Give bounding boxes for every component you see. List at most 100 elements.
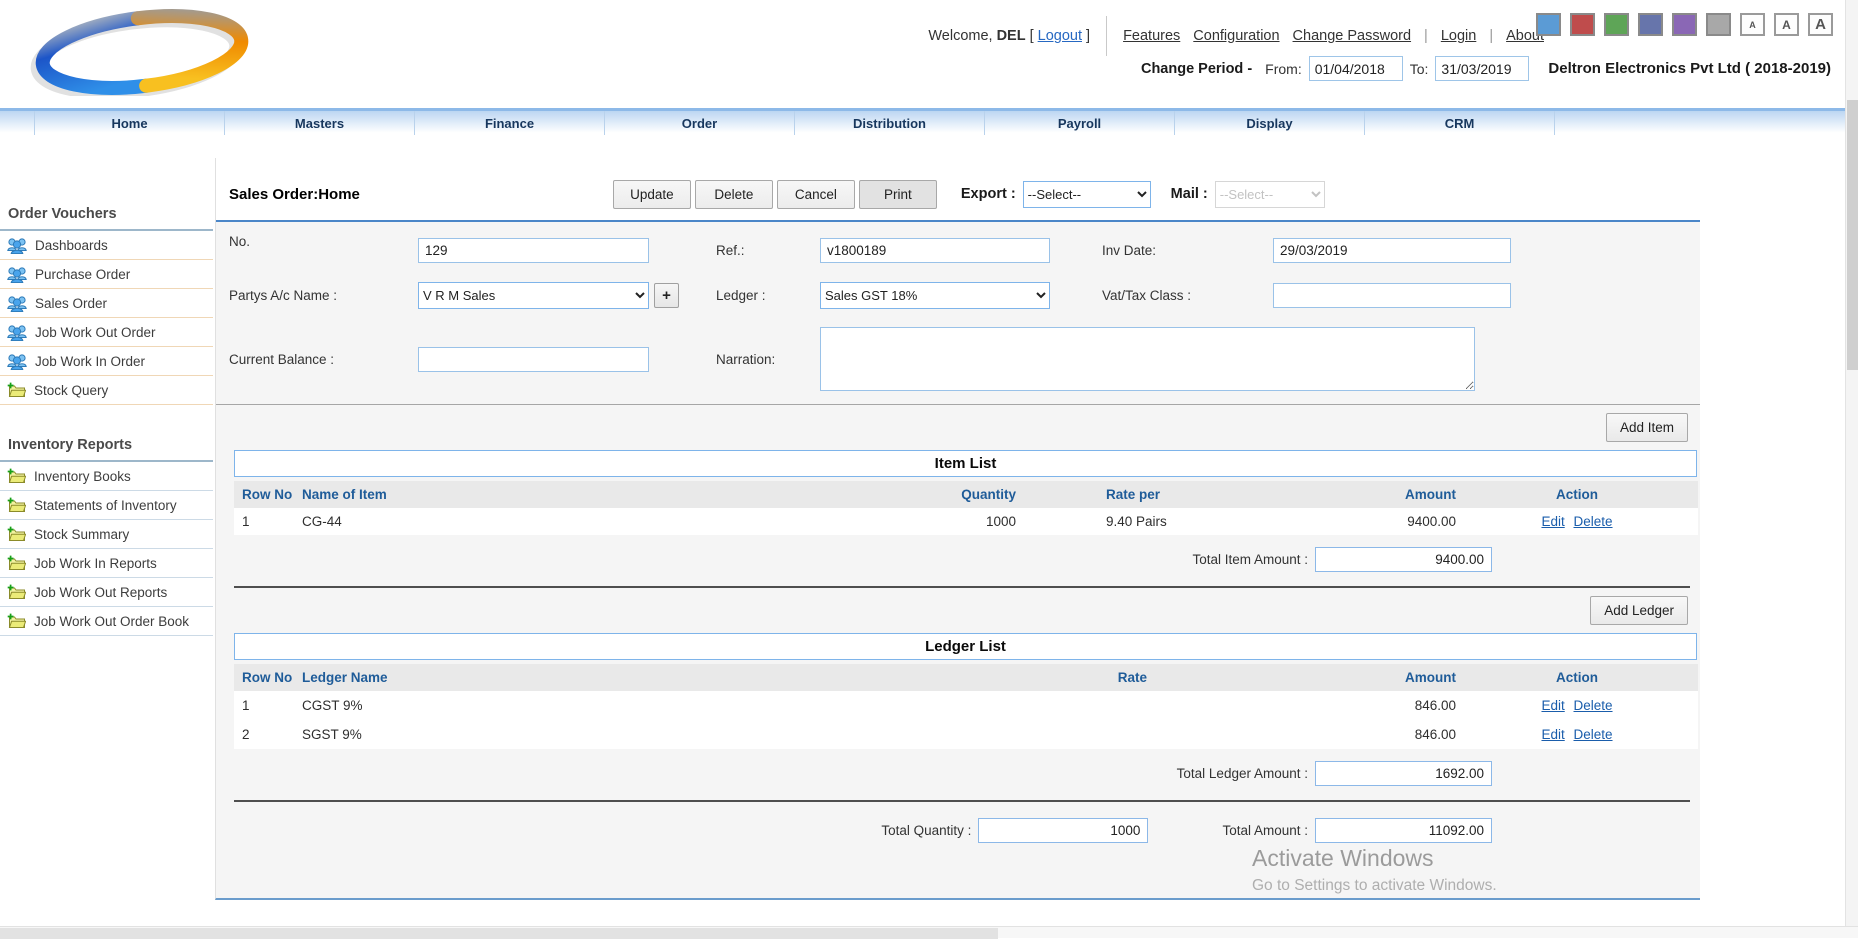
voucher-form: No. Ref.: Inv Date: Partys A/c Name : V … (216, 222, 1700, 405)
update-button[interactable]: Update (613, 180, 691, 209)
col-rate-per: Rate per (1016, 481, 1331, 508)
users-icon (7, 323, 27, 341)
sidebar-item-label: Sales Order (35, 296, 107, 311)
sidebar-item-sales-order[interactable]: Sales Order (0, 289, 213, 318)
sidebar-item-stock-query[interactable]: Stock Query (0, 376, 213, 405)
nav-spacer (0, 111, 35, 135)
nav-masters[interactable]: Masters (225, 111, 415, 135)
nav-order[interactable]: Order (605, 111, 795, 135)
inv-date-label: Inv Date: (1102, 243, 1273, 258)
col-quantity: Quantity (722, 481, 1016, 508)
theme-swatch-blue[interactable] (1536, 13, 1561, 36)
theme-toolbar: A A A (1536, 13, 1833, 36)
toolbar-row: Sales Order:Home Update Delete Cancel Pr… (216, 158, 1700, 222)
theme-swatch-purple[interactable] (1672, 13, 1697, 36)
edit-item-link[interactable]: Edit (1541, 514, 1564, 529)
sidebar-item-statements-of-inventory[interactable]: Statements of Inventory (0, 491, 213, 520)
folder-add-icon (7, 613, 26, 629)
nav-finance[interactable]: Finance (415, 111, 605, 135)
theme-swatch-slate[interactable] (1638, 13, 1663, 36)
add-ledger-button[interactable]: Add Ledger (1590, 596, 1688, 625)
sidebar-item-job-work-out-order-book[interactable]: Job Work Out Order Book (0, 607, 213, 636)
main-navbar: Home Masters Finance Order Distribution … (0, 108, 1845, 135)
change-period-label: Change Period - (1141, 61, 1252, 77)
no-label: No. (229, 234, 418, 266)
horizontal-scrollbar-thumb[interactable] (0, 928, 998, 939)
sidebar-item-label: Job Work Out Order (35, 325, 156, 340)
nav-home[interactable]: Home (35, 111, 225, 135)
total-quantity-label: Total Quantity : (881, 823, 971, 838)
users-icon (7, 236, 27, 254)
configuration-link[interactable]: Configuration (1193, 28, 1279, 44)
ledger-select[interactable]: Sales GST 18% (820, 282, 1050, 309)
theme-swatch-gray[interactable] (1706, 13, 1731, 36)
sidebar-item-dashboards[interactable]: Dashboards (0, 231, 213, 260)
add-party-button[interactable]: + (654, 283, 679, 308)
theme-swatch-green[interactable] (1604, 13, 1629, 36)
change-period-bar: Change Period - From: To: Deltron Electr… (1141, 56, 1831, 81)
vat-class-input[interactable] (1273, 283, 1511, 308)
ledger-actions: Edit Delete (1456, 691, 1698, 720)
login-link[interactable]: Login (1441, 28, 1476, 44)
sidebar-item-label: Purchase Order (35, 267, 130, 282)
sidebar-item-stock-summary[interactable]: Stock Summary (0, 520, 213, 549)
sidebar-item-label: Stock Query (34, 383, 108, 398)
ledger-rate (732, 691, 1147, 720)
col-amount: Amount (1147, 664, 1456, 691)
logout-link[interactable]: Logout (1038, 28, 1082, 44)
period-to-input[interactable] (1435, 56, 1529, 81)
sidebar-item-job-work-out-reports[interactable]: Job Work Out Reports (0, 578, 213, 607)
change-password-link[interactable]: Change Password (1293, 28, 1412, 44)
delete-ledger-link[interactable]: Delete (1574, 727, 1613, 742)
period-from-input[interactable] (1309, 56, 1403, 81)
delete-ledger-link[interactable]: Delete (1574, 698, 1613, 713)
sidebar-item-job-work-out-order[interactable]: Job Work Out Order (0, 318, 213, 347)
export-select[interactable]: --Select-- (1023, 181, 1151, 208)
current-balance-input[interactable] (418, 347, 649, 372)
inv-date-input[interactable] (1273, 238, 1511, 263)
item-list-table: Row No Name of Item Quantity Rate per Am… (234, 481, 1698, 535)
font-size-large-button[interactable]: A (1808, 13, 1833, 36)
users-icon (7, 265, 27, 283)
narration-textarea[interactable] (820, 327, 1475, 391)
ledger-list-table: Row No Ledger Name Rate Amount Action 1 … (234, 664, 1698, 749)
features-link[interactable]: Features (1123, 28, 1180, 44)
delete-button[interactable]: Delete (695, 180, 773, 209)
username: DEL (997, 28, 1026, 44)
total-amount-input[interactable] (1315, 818, 1492, 843)
total-ledger-amount-input[interactable] (1315, 761, 1492, 786)
add-item-button[interactable]: Add Item (1606, 413, 1688, 442)
font-size-medium-button[interactable]: A (1774, 13, 1799, 36)
company-name: Deltron Electronics Pvt Ltd ( 2018-2019) (1548, 60, 1831, 77)
section-divider (234, 800, 1690, 802)
edit-ledger-link[interactable]: Edit (1541, 698, 1564, 713)
total-ledger-amount-row: Total Ledger Amount : (216, 761, 1700, 786)
horizontal-scrollbar[interactable] (0, 926, 1858, 938)
ledger-row: 1 CGST 9% 846.00 Edit Delete (234, 691, 1698, 720)
print-button[interactable]: Print (859, 180, 937, 209)
total-quantity-input[interactable] (978, 818, 1148, 843)
folder-add-icon (7, 497, 26, 513)
section-title-inventory-reports: Inventory Reports (0, 429, 213, 462)
vertical-scrollbar-thumb[interactable] (1847, 100, 1858, 370)
party-select[interactable]: V R M Sales (418, 282, 649, 309)
sidebar-item-job-work-in-order[interactable]: Job Work In Order (0, 347, 213, 376)
font-size-small-button[interactable]: A (1740, 13, 1765, 36)
nav-display[interactable]: Display (1175, 111, 1365, 135)
cancel-button[interactable]: Cancel (777, 180, 855, 209)
ref-input[interactable] (820, 238, 1050, 263)
nav-payroll[interactable]: Payroll (985, 111, 1175, 135)
theme-swatch-red[interactable] (1570, 13, 1595, 36)
sidebar-item-inventory-books[interactable]: Inventory Books (0, 462, 213, 491)
nav-distribution[interactable]: Distribution (795, 111, 985, 135)
vertical-scrollbar[interactable] (1845, 0, 1858, 926)
item-rate-per: 9.40 Pairs (1016, 508, 1331, 535)
total-item-amount-input[interactable] (1315, 547, 1492, 572)
edit-ledger-link[interactable]: Edit (1541, 727, 1564, 742)
nav-crm[interactable]: CRM (1365, 111, 1555, 135)
sidebar-item-purchase-order[interactable]: Purchase Order (0, 260, 213, 289)
sidebar-item-job-work-in-reports[interactable]: Job Work In Reports (0, 549, 213, 578)
no-input[interactable] (418, 238, 649, 263)
mail-select[interactable]: --Select-- (1215, 181, 1325, 208)
delete-item-link[interactable]: Delete (1574, 514, 1613, 529)
